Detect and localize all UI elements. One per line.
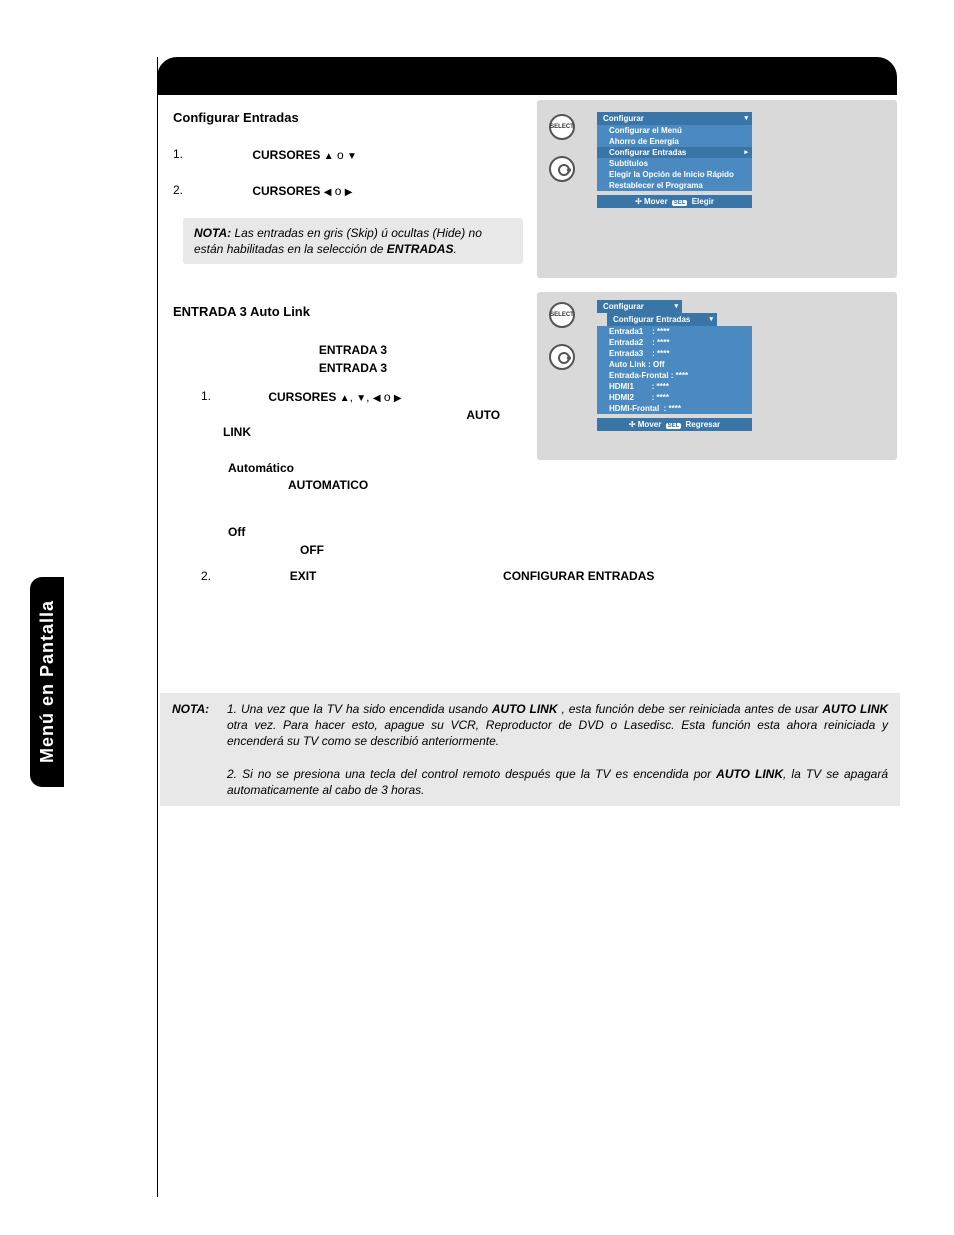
section2-step2: 2. xxxxxxxxxx EXIT xxxxxxxxxxxxxxxxxxxxx… [201, 569, 901, 583]
triangle-down-icon [347, 148, 357, 162]
side-tab-label: Menú en Pantalla [37, 600, 58, 763]
side-tab: Menú en Pantalla [30, 577, 64, 787]
triangle-up-icon [324, 148, 334, 162]
header-bar [157, 57, 897, 95]
bottom-note: NOTA: 1. Una vez que la TV ha sido encen… [160, 693, 900, 806]
section1-title: Configurar Entradas [173, 110, 533, 125]
section-entrada3-autolink: ENTRADA 3 Auto Link ENTRADA 3 ENTRADA 3 … [173, 304, 533, 559]
triangle-right-icon [394, 390, 402, 404]
triangle-right-icon [345, 184, 353, 198]
option-off: Off xxxxxxxxxxxxOFF [228, 524, 533, 559]
note-body: 1. Una vez que la TV ha sido encendida u… [227, 701, 888, 798]
section2-title: ENTRADA 3 Auto Link [173, 304, 533, 319]
note-label: NOTA: [172, 701, 227, 798]
triangle-left-icon [373, 390, 381, 404]
section1-step2: 2. xxxxxxxxx CURSORES o [173, 183, 533, 201]
triangle-up-icon [340, 390, 350, 404]
option-automatico: Automático xxxxxxxxxxAUTOMATICO [228, 460, 533, 495]
section-configurar-entradas: Configurar Entradas 1. xxxxxxxxx CURSORE… [173, 110, 533, 264]
section2-intro: ENTRADA 3 ENTRADA 3 [173, 341, 533, 377]
section1-note: NOTA: Las entradas en gris (Skip) ú ocul… [183, 218, 523, 264]
triangle-down-icon [356, 390, 366, 404]
content-area: Configurar Entradas 1. xxxxxxxxx CURSORE… [157, 95, 897, 1195]
section1-step1: 1. xxxxxxxxx CURSORES o [173, 147, 533, 165]
triangle-left-icon [324, 184, 332, 198]
section2-step1: 1. xxxxxxx CURSORES , , o xxxxxxxxxxxxxx… [201, 389, 533, 441]
